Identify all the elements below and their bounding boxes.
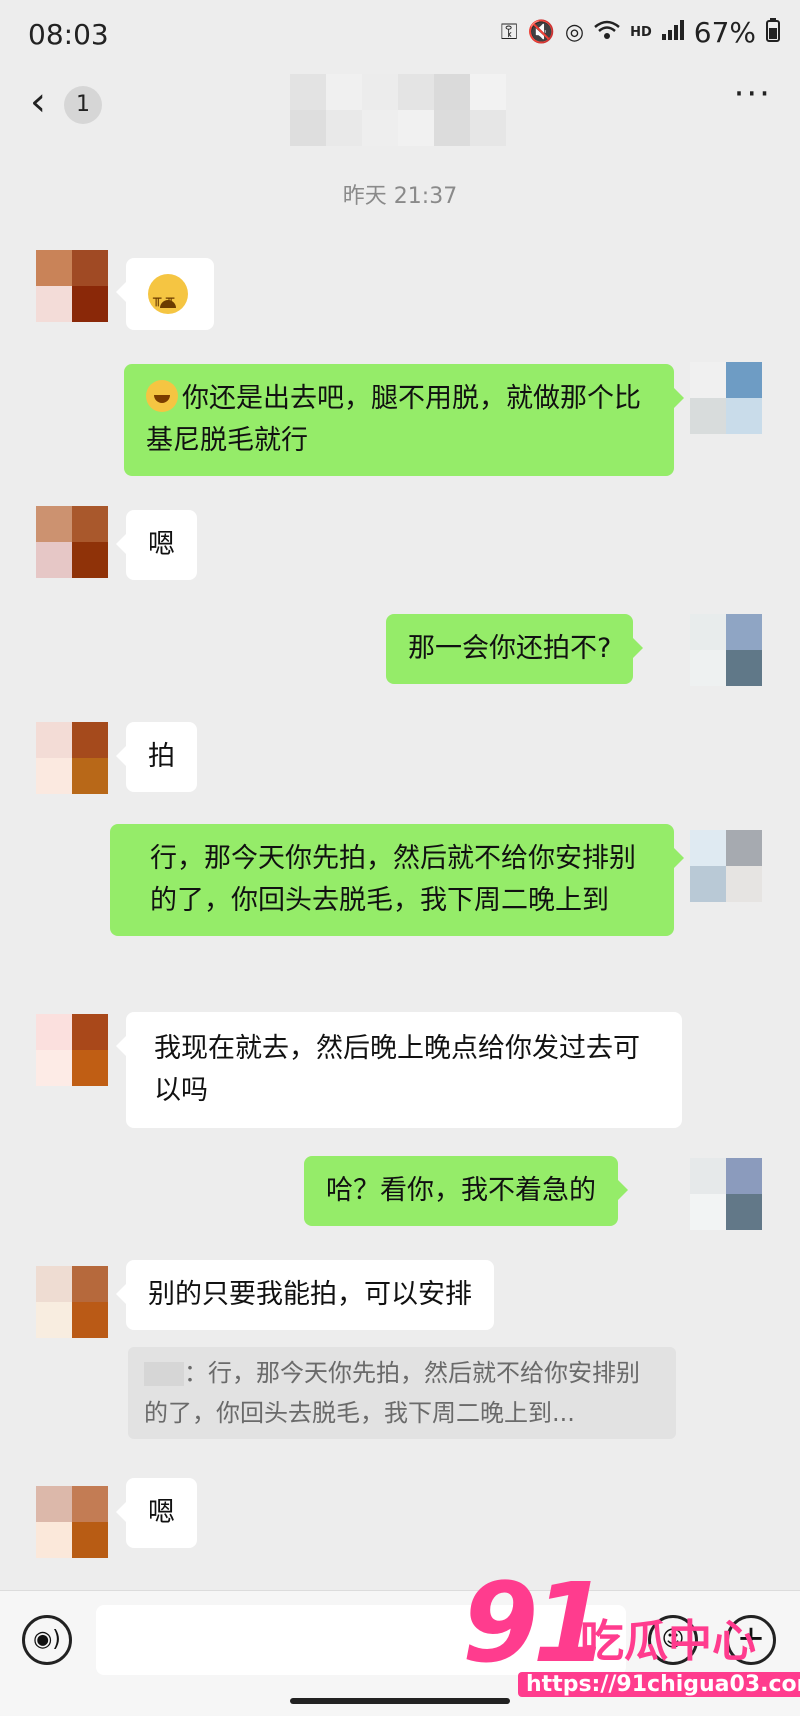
battery-level: 67%	[693, 16, 756, 49]
message-bubble-received[interactable]: 嗯	[116, 1478, 197, 1548]
my-avatar[interactable]	[690, 830, 762, 902]
message-bubble-received[interactable]	[116, 258, 214, 330]
key-icon: ⚿	[500, 20, 518, 45]
message-text: 行，那今天你先拍，然后就不给你安排别的了，你回头去脱毛，我下周二晚上到	[150, 843, 636, 916]
message-bubble-sent[interactable]: 行，那今天你先拍，然后就不给你安排别的了，你回头去脱毛，我下周二晚上到	[110, 824, 684, 936]
contact-avatar[interactable]	[36, 1014, 108, 1086]
message-text: 拍	[148, 741, 175, 772]
message-bubble-sent[interactable]: 那一会你还拍不?	[386, 614, 644, 684]
laughing-emoji-icon	[146, 380, 178, 412]
contact-avatar[interactable]	[36, 250, 108, 322]
my-avatar[interactable]	[690, 1158, 762, 1230]
contact-avatar[interactable]	[36, 722, 108, 794]
message-bubble-sent[interactable]: 你还是出去吧，腿不用脱，就做那个比基尼脱毛就行	[124, 364, 684, 476]
contact-avatar[interactable]	[36, 1486, 108, 1558]
quoted-prefix: ：	[184, 1359, 208, 1387]
voice-icon[interactable]: ◉)	[22, 1615, 72, 1665]
unread-count-badge[interactable]: 1	[64, 86, 102, 124]
crying-emoji-icon	[148, 273, 188, 320]
contact-avatar[interactable]	[36, 506, 108, 578]
message-text: 哈？看你，我不着急的	[326, 1175, 596, 1206]
battery-icon	[766, 17, 780, 48]
my-avatar[interactable]	[690, 614, 762, 686]
hd-label: HD	[630, 25, 652, 40]
back-button[interactable]: ‹	[30, 82, 46, 122]
hotspot-icon: ◎	[564, 20, 585, 45]
message-bubble-received[interactable]: 拍	[116, 722, 197, 792]
message-bubble-received[interactable]: 嗯	[116, 510, 197, 580]
my-avatar[interactable]	[690, 362, 762, 434]
more-options-button[interactable]: ···	[734, 74, 772, 114]
watermark-url: https://91chigua03.com	[518, 1672, 800, 1697]
wifi-icon	[594, 20, 620, 46]
message-text: 嗯	[148, 1497, 175, 1528]
message-bubble-received[interactable]: 别的只要我能拍，可以安排	[116, 1260, 494, 1330]
status-time: 08:03	[28, 18, 109, 51]
quoted-message[interactable]: ：行，那今天你先拍，然后就不给你安排别的了，你回头去脱毛，我下周二晚上到...	[128, 1347, 676, 1439]
contact-avatar[interactable]	[36, 1266, 108, 1338]
message-timestamp: 昨天 21:37	[342, 184, 458, 209]
message-text: 那一会你还拍不?	[408, 633, 612, 664]
home-indicator[interactable]	[290, 1698, 510, 1704]
quoted-text: 行，那今天你先拍，然后就不给你安排别的了，你回头去脱毛，我下周二晚上到...	[144, 1359, 640, 1427]
message-text: 别的只要我能拍，可以安排	[148, 1279, 472, 1310]
status-bar: 08:03 ⚿ 🔇 ◎ HD 67%	[0, 0, 800, 70]
status-icons: ⚿ 🔇 ◎ HD 67%	[501, 16, 780, 49]
quoted-sender-mosaic	[144, 1362, 184, 1386]
message-bubble-received[interactable]: 我现在就去，然后晚上晚点给你发过去可以吗	[116, 1012, 682, 1128]
watermark-name: 吃瓜中心	[580, 1616, 756, 1667]
message-text: 我现在就去，然后晚上晚点给你发过去可以吗	[154, 1033, 640, 1106]
mute-icon: 🔇	[527, 20, 555, 45]
chat-title-mosaic	[290, 74, 510, 146]
message-bubble-sent[interactable]: 哈？看你，我不着急的	[304, 1156, 628, 1226]
signal-icon	[661, 19, 684, 46]
chat-header: ‹ 1 ···	[0, 70, 800, 146]
message-text: 你还是出去吧，腿不用脱，就做那个比基尼脱毛就行	[146, 383, 641, 456]
message-text: 嗯	[148, 529, 175, 560]
